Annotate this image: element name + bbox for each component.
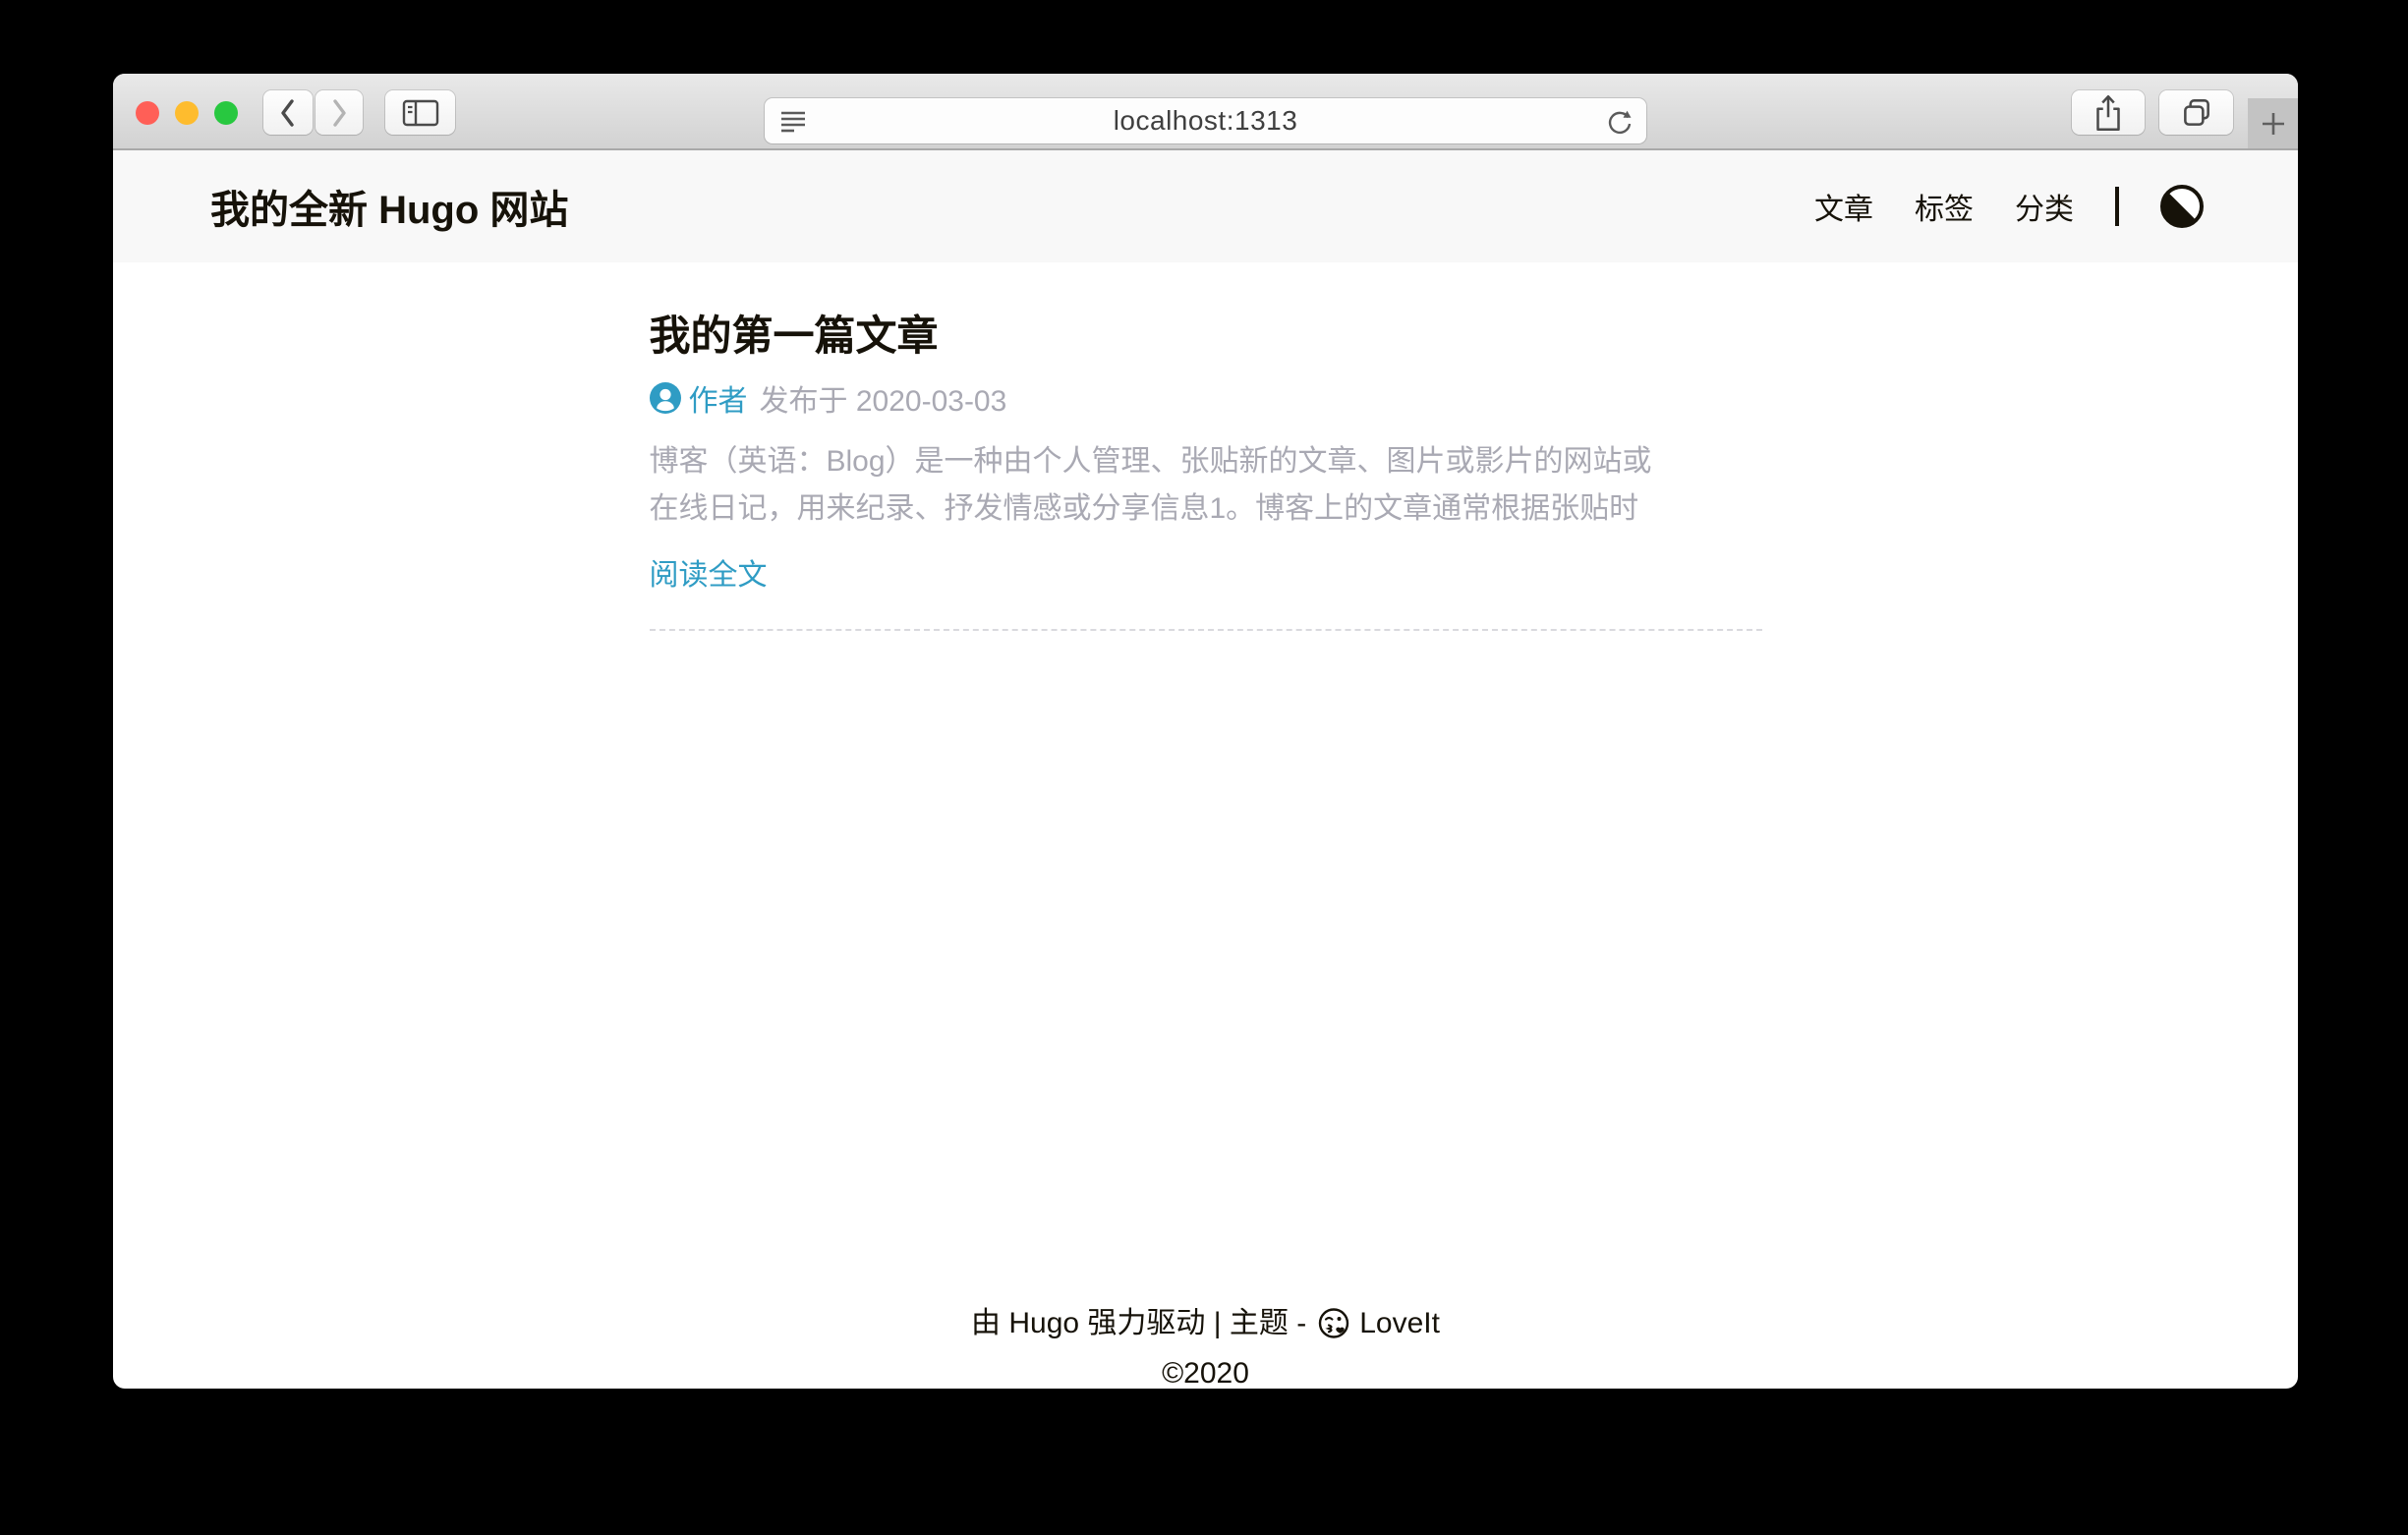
read-more-link[interactable]: 阅读全文 <box>650 550 768 594</box>
main-nav: 文章 标签 分类 <box>1814 185 2204 228</box>
nav-item-posts[interactable]: 文章 <box>1814 185 1873 228</box>
browser-window: localhost:1313 <box>113 74 2298 1389</box>
forward-button[interactable] <box>315 90 363 135</box>
post-title-link[interactable]: 我的第一篇文章 <box>650 314 1762 358</box>
reader-button[interactable] <box>778 106 808 136</box>
tab-overview-button[interactable] <box>2159 90 2233 135</box>
post-summary-card: 我的第一篇文章 作者 发布于 2020-03-03 <box>650 262 1762 631</box>
kiss-wink-heart-icon <box>1316 1306 1351 1341</box>
tabs-icon <box>2179 95 2214 131</box>
reload-button[interactable] <box>1603 105 1634 137</box>
site-header: 我的全新 Hugo 网站 文章 标签 分类 <box>113 150 2298 262</box>
copyright: ©2020 <box>113 1357 2298 1389</box>
theme-toggle-icon[interactable] <box>2160 185 2204 228</box>
plus-icon <box>2260 110 2287 138</box>
zoom-window-button[interactable] <box>214 101 238 125</box>
back-icon <box>276 96 300 130</box>
share-icon <box>2091 92 2126 134</box>
share-button[interactable] <box>2072 90 2145 135</box>
footer-powered-line: 由 Hugo 强力驱动 | 主题 - LoveIt <box>113 1306 2298 1341</box>
user-circle-icon <box>650 382 681 414</box>
author-name: 作者 <box>689 376 748 420</box>
close-window-button[interactable] <box>136 101 159 125</box>
minimize-window-button[interactable] <box>175 101 199 125</box>
post-meta: 作者 发布于 2020-03-03 <box>650 381 1762 415</box>
forward-icon <box>327 96 351 130</box>
browser-toolbar: localhost:1313 <box>113 74 2298 150</box>
summary-line: 博客（英语：Blog）是一种由个人管理、张贴新的文章、图片或影片的网站或 <box>650 438 1762 485</box>
url-field[interactable]: localhost:1313 <box>765 98 1646 143</box>
powered-text: 由 Hugo 强力驱动 | 主题 - <box>971 1307 1306 1340</box>
back-button[interactable] <box>263 90 313 135</box>
nav-item-tags[interactable]: 标签 <box>1915 185 1974 228</box>
theme-name: LoveIt <box>1359 1307 1440 1340</box>
url-text: localhost:1313 <box>808 105 1603 137</box>
summary-line: 在线日记，用来纪录、抒发情感或分享信息1。博客上的文章通常根据张贴时 <box>650 485 1762 533</box>
new-tab-button[interactable] <box>2248 98 2298 148</box>
publish-date: 2020-03-03 <box>856 385 1006 418</box>
sidebar-icon <box>400 95 441 131</box>
nav-divider <box>2115 187 2119 226</box>
author-link[interactable]: 作者 <box>650 376 748 420</box>
post-divider <box>650 629 1762 631</box>
theme-link[interactable]: LoveIt <box>1316 1306 1440 1341</box>
post-summary: 博客（英语：Blog）是一种由个人管理、张贴新的文章、图片或影片的网站或 在线日… <box>650 438 1762 533</box>
site-footer: 由 Hugo 强力驱动 | 主题 - LoveIt ©2020 <box>113 1306 2298 1389</box>
published-label: 发布于 2020-03-03 <box>760 376 1007 420</box>
site-title-link[interactable]: 我的全新 Hugo 网站 <box>210 178 568 235</box>
sidebar-toggle-button[interactable] <box>385 90 455 135</box>
main-content: 我的第一篇文章 作者 发布于 2020-03-03 <box>113 262 2298 631</box>
nav-item-categories[interactable]: 分类 <box>2015 185 2074 228</box>
